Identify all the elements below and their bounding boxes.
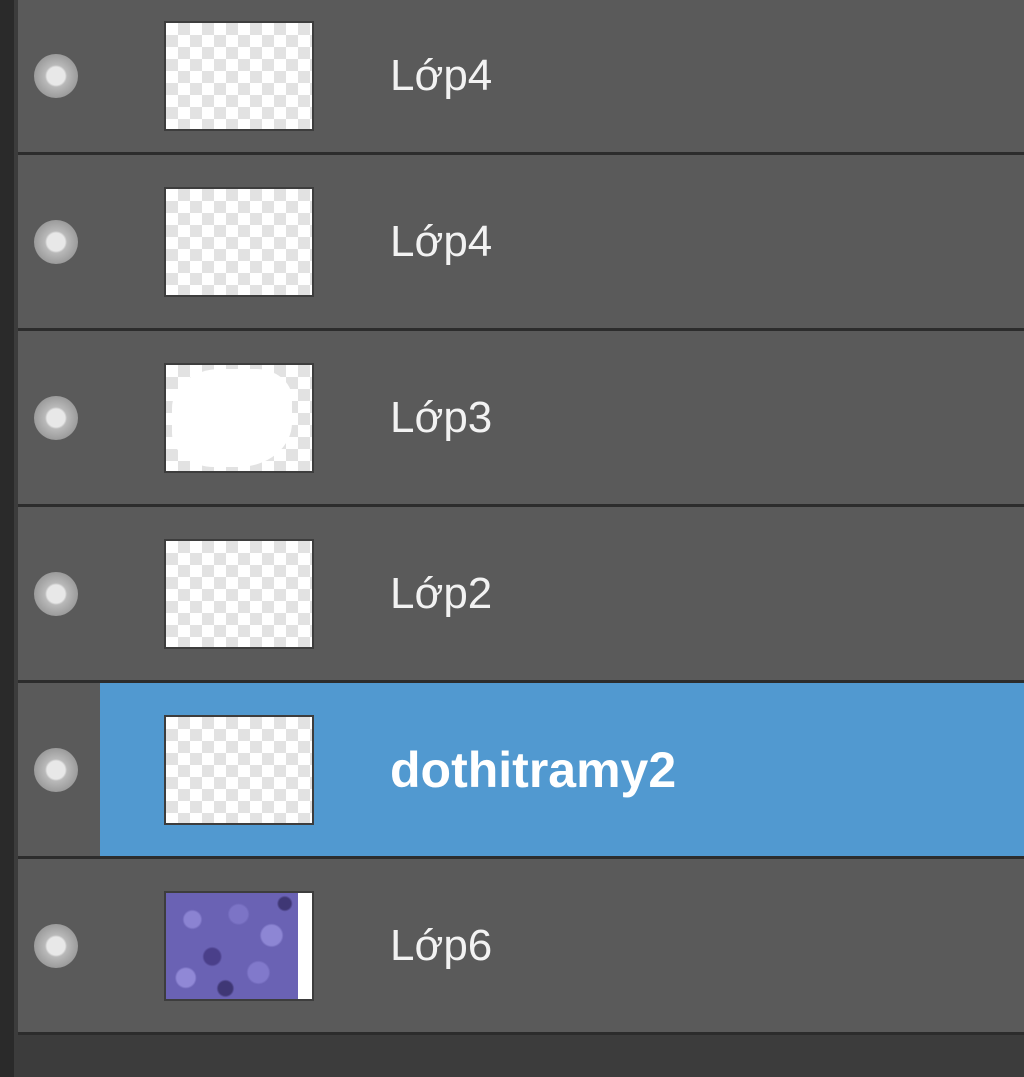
- layer-row[interactable]: Lớp2: [18, 507, 1024, 683]
- layer-list: Lớp4 Lớp4 Lớp3 Lớp2 dothitramy2 Lớp6: [18, 0, 1024, 1035]
- visibility-toggle-icon[interactable]: [34, 219, 78, 264]
- thumbnail-flower-image: [166, 892, 298, 999]
- layer-row[interactable]: Lớp4: [18, 0, 1024, 155]
- visibility-toggle-icon[interactable]: [34, 923, 78, 968]
- layer-name: Lớp4: [390, 216, 493, 266]
- layer-thumbnail: [164, 21, 314, 131]
- layer-name: Lớp4: [390, 51, 493, 100]
- layer-thumbnail: [164, 714, 314, 825]
- layer-thumbnail: [164, 890, 314, 1001]
- layer-row-selected[interactable]: dothitramy2: [18, 683, 1024, 859]
- layer-thumbnail: [164, 186, 314, 297]
- visibility-toggle-icon[interactable]: [34, 395, 78, 440]
- layer-name: Lớp3: [390, 392, 493, 442]
- thumbnail-white-shape: [172, 368, 292, 467]
- layer-name: Lớp2: [390, 568, 493, 618]
- visibility-toggle-icon[interactable]: [34, 571, 78, 616]
- layer-thumbnail: [164, 362, 314, 473]
- layer-name: Lớp6: [390, 920, 493, 970]
- visibility-toggle-icon[interactable]: [34, 747, 78, 792]
- visibility-toggle-icon[interactable]: [34, 54, 78, 98]
- layers-panel: Lớp4 Lớp4 Lớp3 Lớp2 dothitramy2 Lớp6: [0, 0, 1024, 1077]
- layer-row[interactable]: Lớp4: [18, 155, 1024, 331]
- layer-name: dothitramy2: [390, 741, 677, 798]
- panel-edge: [0, 0, 14, 1077]
- layer-thumbnail: [164, 538, 314, 649]
- layer-row[interactable]: Lớp3: [18, 331, 1024, 507]
- layer-row[interactable]: Lớp6: [18, 859, 1024, 1035]
